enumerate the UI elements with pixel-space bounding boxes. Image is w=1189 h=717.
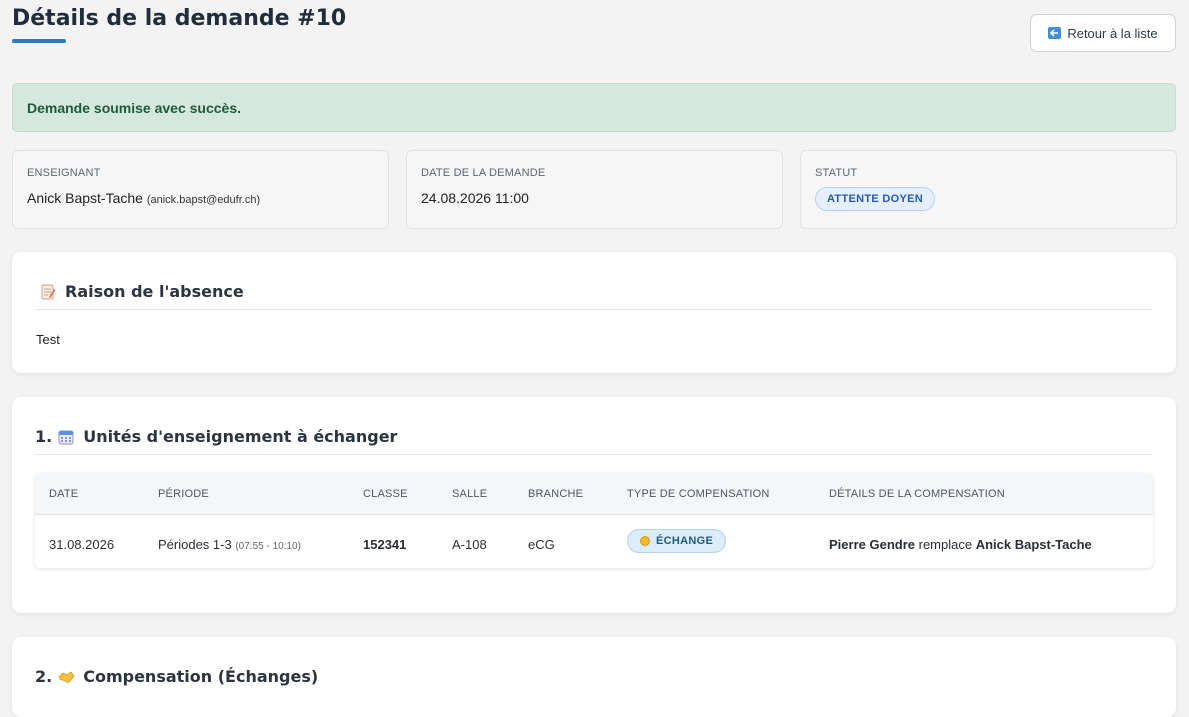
col-period: Période <box>158 488 209 500</box>
compensation-title: Compensation (Échanges) <box>83 667 319 686</box>
request-date-value: 24.08.2026 11:00 <box>421 190 529 206</box>
compensation-header: 2. Compensation (Échanges) <box>35 659 1153 694</box>
cell-class: 152341 <box>363 537 407 552</box>
cell-period: Périodes 1-3 (07:55 - 10:10) <box>158 537 301 552</box>
compensation-type-badge: ÉCHANGE <box>627 529 727 553</box>
compensation-number: 2. <box>35 667 53 686</box>
back-arrow-icon <box>1048 27 1062 39</box>
col-comp-type: Type de compensation <box>627 488 770 500</box>
cell-comp-details: Pierre Gendre remplace Anick Bapst-Tache <box>829 537 1092 552</box>
alert-message: Demande soumise avec succès. <box>27 99 242 116</box>
col-room: Salle <box>452 488 488 500</box>
col-class: Classe <box>363 488 408 500</box>
units-panel: 1. Unités d'enseignement à échanger Date… <box>12 397 1176 613</box>
coin-icon <box>640 536 650 546</box>
cell-room: A-108 <box>452 537 487 552</box>
reason-panel: Raison de l'absence Test <box>12 252 1176 373</box>
table-header-row: Date Période Classe Salle Branche Type d… <box>35 473 1153 515</box>
teacher-card: Enseignant Anick Bapst-Tache (anick.baps… <box>12 150 389 229</box>
status-card: Statut ATTENTE DOYEN <box>800 150 1177 229</box>
reason-title: Raison de l'absence <box>65 282 244 301</box>
replace-word: remplace <box>918 537 973 552</box>
period-label: Périodes 1-3 <box>158 537 232 552</box>
cell-subject: eCG <box>528 537 555 552</box>
table-row: 31.08.2026 Périodes 1-3 (07:55 - 10:10) … <box>35 515 1153 568</box>
period-time: (07:55 - 10:10) <box>235 541 301 552</box>
compensation-panel: 2. Compensation (Échanges) <box>12 637 1176 717</box>
replaced-name: Anick Bapst-Tache <box>975 537 1092 552</box>
compensation-type-label: ÉCHANGE <box>656 535 714 547</box>
col-subject: Branche <box>528 488 584 500</box>
teacher-name: Anick Bapst-Tache <box>27 190 143 206</box>
replacer-name: Pierre Gendre <box>829 537 915 552</box>
col-comp-details: Détails de la compensation <box>829 488 1005 500</box>
status-label: Statut <box>815 167 858 179</box>
col-date: Date <box>49 488 79 500</box>
request-date-label: Date de la demande <box>421 167 546 179</box>
teacher-value: Anick Bapst-Tache (anick.bapst@edufr.ch) <box>27 190 374 206</box>
cell-date: 31.08.2026 <box>49 537 115 552</box>
back-button-label: Retour à la liste <box>1067 25 1158 41</box>
title-underline <box>12 39 66 43</box>
status-badge: ATTENTE DOYEN <box>815 187 935 211</box>
teacher-email: (anick.bapst@edufr.ch) <box>146 194 261 206</box>
units-title: Unités d'enseignement à échanger <box>83 427 398 446</box>
back-to-list-button[interactable]: Retour à la liste <box>1030 14 1176 52</box>
request-date-card: Date de la demande 24.08.2026 11:00 <box>406 150 783 229</box>
page-title: Détails de la demande #10 <box>12 6 347 31</box>
handshake-icon <box>58 669 75 685</box>
calendar-icon <box>58 429 74 445</box>
units-number: 1. <box>35 427 53 446</box>
memo-icon <box>40 284 56 300</box>
success-alert: Demande soumise avec succès. <box>12 83 1176 132</box>
units-header: 1. Unités d'enseignement à échanger <box>35 419 1153 455</box>
reason-header: Raison de l'absence <box>35 274 1153 310</box>
units-table: Date Période Classe Salle Branche Type d… <box>35 473 1153 568</box>
reason-text: Test <box>36 332 60 347</box>
teacher-label: Enseignant <box>27 167 101 179</box>
